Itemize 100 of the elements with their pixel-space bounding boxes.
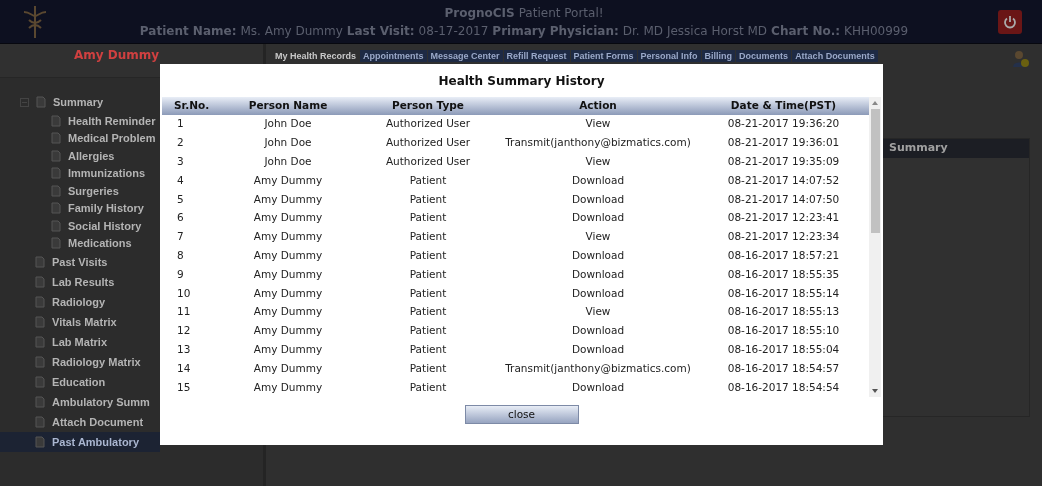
table-cell-text: 08-16-2017 18:54:54: [726, 379, 841, 395]
table-cell-text: Amy Dummy: [252, 323, 324, 339]
table-cell-text: Amy Dummy: [252, 379, 324, 395]
document-icon: [50, 114, 62, 127]
table-cell-text: John Doe: [263, 116, 313, 132]
nav-tab[interactable]: Appointments: [360, 50, 427, 62]
dialog-title: Health Summary History: [437, 72, 606, 90]
tree-item[interactable]: Past Visits: [0, 252, 160, 272]
tree-item[interactable]: Health Reminder: [0, 112, 160, 130]
table-cell-text: 1: [176, 116, 185, 132]
table-cell-text: View: [584, 229, 612, 245]
table-cell-text: Patient: [408, 285, 448, 301]
field-value: 08-17-2017: [418, 22, 489, 40]
tree-item[interactable]: Radiology Matrix: [0, 352, 160, 372]
table-cell-text: 14: [176, 360, 192, 376]
table-cell-text: John Doe: [263, 135, 313, 151]
table-cell-text: 08-16-2017 18:54:57: [726, 360, 841, 376]
nav-tab[interactable]: Patient Forms: [570, 50, 637, 62]
table-cell-text: Patient: [408, 172, 448, 188]
document-icon: [34, 416, 46, 428]
document-icon: [50, 237, 62, 250]
tree-item[interactable]: Medications: [0, 234, 160, 252]
tree-item[interactable]: Surgeries: [0, 182, 160, 200]
table-cell-text: 13: [176, 342, 192, 358]
table-cell-text: Transmit(janthony@bizmatics.com): [504, 135, 692, 151]
table-cell-text: 11: [176, 304, 192, 320]
table-cell-text: 3: [176, 154, 185, 169]
tree-item[interactable]: Attach Document: [0, 412, 160, 432]
table-cell-text: Download: [570, 323, 626, 339]
field-value: Ms. Amy Dummy: [240, 22, 343, 40]
document-icon: [50, 219, 62, 232]
table-cell-text: Amy Dummy: [252, 266, 324, 282]
table-cell-text: Patient: [408, 360, 448, 376]
table-cell-text: 08-16-2017 18:55:13: [726, 304, 841, 320]
field-label: Last Visit:: [346, 22, 415, 40]
document-icon: [50, 167, 62, 180]
table-cell-text: 08-21-2017 19:36:20: [726, 116, 841, 132]
collapse-toggle-icon[interactable]: [20, 97, 29, 107]
brand-name: PrognoCIS: [444, 4, 515, 22]
table-cell-text: 12: [176, 323, 192, 339]
document-icon: [34, 256, 46, 268]
table-cell-text: Patient: [408, 266, 448, 282]
tree-item[interactable]: Allergies: [0, 147, 160, 165]
nav-tab[interactable]: Message Center: [427, 50, 503, 62]
close-button[interactable]: close: [464, 405, 579, 424]
table-cell-text: 08-21-2017 19:36:01: [726, 135, 841, 151]
column-header: Action: [578, 98, 618, 114]
table-cell-text: Patient: [408, 342, 448, 358]
document-icon: [50, 184, 62, 197]
table-cell-text: View: [584, 116, 612, 132]
panel-heading: Summary: [889, 140, 948, 157]
table-cell-text: Amy Dummy: [252, 360, 324, 376]
table-cell-text: View: [584, 304, 612, 320]
table-cell-text: Amy Dummy: [252, 172, 324, 188]
tree-item[interactable]: Radiology: [0, 292, 160, 312]
table-cell-text: Amy Dummy: [252, 285, 324, 301]
tree-item[interactable]: Lab Matrix: [0, 332, 160, 352]
field-value: Dr. MD Jessica Horst MD: [622, 22, 768, 40]
table-cell-text: 08-16-2017 18:55:10: [726, 323, 841, 339]
scroll-up-icon[interactable]: [872, 101, 878, 105]
table-cell-text: Amy Dummy: [252, 191, 324, 207]
table-cell-text: Transmit(janthony@bizmatics.com): [504, 360, 692, 376]
table-cell-text: View: [584, 154, 612, 169]
tree-item[interactable]: Medical Problem: [0, 129, 160, 147]
table-cell-text: Download: [570, 191, 626, 207]
nav-tab[interactable]: Refill Request: [503, 50, 570, 62]
scrollbar-thumb[interactable]: [870, 109, 880, 233]
power-button[interactable]: [998, 9, 1022, 34]
document-icon: [34, 396, 46, 408]
tree-item[interactable]: Summary: [0, 92, 160, 112]
table-cell-text: 08-16-2017 18:55:35: [726, 266, 841, 282]
table-cell-text: 15: [176, 379, 192, 395]
scrollbar[interactable]: [869, 97, 881, 397]
tree-item[interactable]: Vitals Matrix: [0, 312, 160, 332]
tree-item[interactable]: Family History: [0, 199, 160, 217]
nav-tab[interactable]: Documents: [736, 50, 792, 62]
table-cell-text: Download: [570, 342, 626, 358]
tree-item[interactable]: Immunizations: [0, 164, 160, 182]
nav-tab[interactable]: Personal Info: [637, 50, 701, 62]
nav-tab[interactable]: Billing: [701, 50, 736, 62]
column-header: Person Type: [391, 98, 465, 114]
tree-item[interactable]: Ambulatory Summ: [0, 392, 160, 412]
table-cell-text: Download: [570, 266, 626, 282]
table-cell-text: Amy Dummy: [252, 229, 324, 245]
tree-item[interactable]: Education: [0, 372, 160, 392]
tree-item[interactable]: Past Ambulatory: [0, 432, 160, 452]
user-settings-icon[interactable]: [1012, 50, 1030, 68]
table-cell-text: Authorized User: [384, 154, 472, 169]
table-cell-text: Download: [570, 379, 626, 395]
tree-item[interactable]: Social History: [0, 217, 160, 235]
tree-item[interactable]: Lab Results: [0, 272, 160, 292]
nav-tab[interactable]: My Health Records: [272, 50, 360, 62]
scroll-down-icon[interactable]: [872, 389, 878, 393]
table-cell-text: Patient: [408, 304, 448, 320]
table-cell-text: 7: [176, 229, 185, 245]
nav-tab[interactable]: Attach Documents: [792, 50, 878, 62]
table-cell-text: John Doe: [263, 154, 313, 169]
column-header: Date & Time(PST): [729, 98, 838, 114]
table-cell-text: 08-21-2017 19:35:09: [726, 154, 841, 169]
field-label: Primary Physician:: [492, 22, 619, 40]
